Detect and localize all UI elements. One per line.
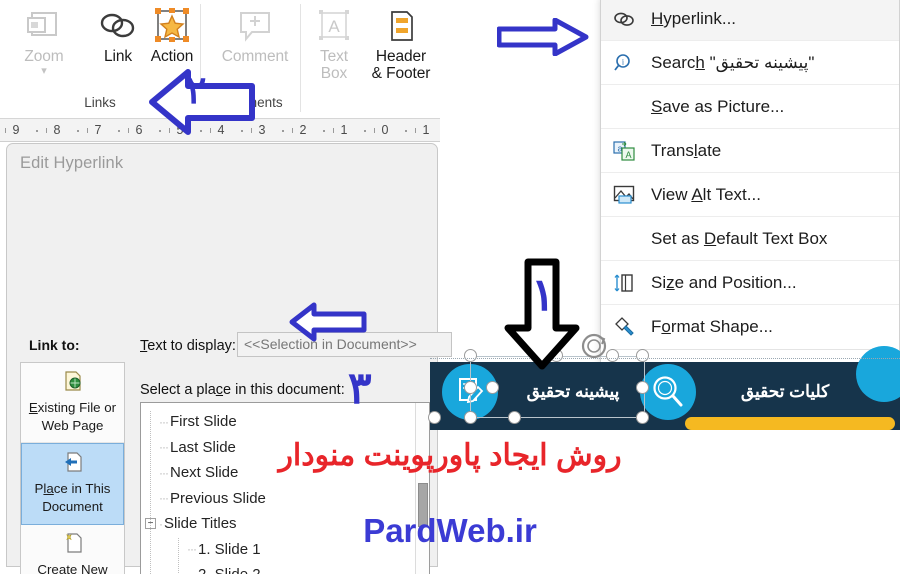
rail-item-existing-file-or-web-page[interactable]: Existing File or Web Page	[21, 363, 124, 444]
context-menu-item-save-as-picture[interactable]: Save as Picture...	[601, 85, 899, 129]
ruler-tick-7: 2	[299, 123, 307, 137]
text-box-icon: A	[315, 4, 353, 48]
ribbon-button-comment[interactable]: Comment	[212, 4, 298, 65]
site-url: PardWeb.ir	[363, 512, 537, 549]
link-chain-icon	[97, 4, 139, 48]
ribbon-button-action[interactable]: Action	[136, 4, 208, 65]
ribbon-label-text-box-line2: Box	[320, 65, 348, 83]
context-menu-label-set-default-text-box: Set as Default Text Box	[651, 228, 828, 248]
svg-text:A: A	[626, 150, 632, 160]
ribbon-button-text-box[interactable]: A Text Box	[306, 4, 362, 83]
selection-handle-se[interactable]	[636, 411, 649, 424]
link-to-label: Link to:	[29, 337, 80, 353]
context-menu: Hyperlink... i Search "پیشینه تحقیق" Sav…	[600, 0, 900, 381]
slide-item-label-kolliyat-tahghigh[interactable]: کلیات تحقیق	[710, 382, 860, 402]
select-place-label: Select a place in this document:	[140, 382, 345, 398]
ruler-tick-2: 7	[94, 123, 102, 137]
magnifier-circle	[640, 364, 696, 420]
translate-icon: a A	[611, 140, 637, 161]
header-footer-icon	[383, 4, 419, 48]
ribbon-divider-2	[300, 4, 301, 112]
link-chain-icon	[611, 11, 637, 27]
tree-dash-icon: ···	[159, 414, 169, 429]
ruler-tick-6: 3	[258, 123, 266, 137]
selection-handle-s[interactable]	[508, 411, 521, 424]
tree-item-first-slide[interactable]: ··· First Slide	[141, 409, 415, 435]
rail-label-existing-file-line1: Existing File or	[28, 400, 117, 415]
ruler-tick-10: 1	[422, 123, 430, 137]
context-menu-label-search: Search "پیشینه تحقیق"	[651, 52, 815, 72]
svg-text:i: i	[622, 57, 625, 66]
selection-handle-w[interactable]	[464, 381, 477, 394]
context-menu-item-view-alt-text[interactable]: View Alt Text...	[601, 173, 899, 217]
context-menu-item-set-as-default-text-box[interactable]: Set as Default Text Box	[601, 217, 899, 261]
search-magnifier-icon: i	[611, 52, 637, 74]
tree-item-slide-2[interactable]: ··· 2. Slide 2	[141, 562, 415, 574]
context-menu-item-search[interactable]: i Search "پیشینه تحقیق"	[601, 41, 899, 85]
dialog-title: Edit Hyperlink	[20, 154, 124, 172]
context-menu-item-size-and-position[interactable]: Size and Position...	[601, 261, 899, 305]
ribbon-label-header-footer-line1: Header	[375, 48, 427, 65]
context-menu-label-hyperlink: Hyperlink...	[651, 8, 737, 28]
tutorial-headline: روش ایجاد پاورپوینت منودار	[278, 439, 622, 472]
tree-label: 2. Slide 2	[198, 566, 261, 574]
step-2-numeral: ۲	[186, 70, 207, 112]
context-menu-label-view-alt-text: View Alt Text...	[651, 184, 761, 204]
step-3-numeral: ۳	[348, 364, 372, 413]
context-menu-item-format-shape[interactable]: Format Shape...	[601, 305, 899, 349]
decorative-circle-right	[856, 346, 900, 402]
selection-handle-e[interactable]	[636, 381, 649, 394]
selection-handle-sw[interactable]	[464, 411, 477, 424]
format-shape-icon	[611, 317, 637, 337]
size-position-icon	[611, 273, 637, 293]
search-term: پیشینه تحقیق	[715, 52, 809, 72]
zoom-icon	[24, 4, 64, 48]
ribbon-button-zoom[interactable]: Zoom ▾	[8, 4, 80, 77]
ribbon-label-zoom: Zoom	[24, 48, 64, 65]
rail-label-create-new-line1: Create New	[37, 561, 108, 574]
existing-file-icon	[62, 370, 84, 397]
ruler-tick-1: 8	[53, 123, 61, 137]
yellow-accent-bar	[685, 417, 895, 430]
ribbon-label-header-footer-line2: & Footer	[371, 65, 431, 83]
tree-label: First Slide	[170, 413, 237, 431]
step-1-numeral: ۱	[531, 269, 556, 320]
step-3-arrow	[288, 300, 368, 349]
ruler-tick-3: 6	[135, 123, 143, 137]
ruler-tick-0: 9	[12, 123, 20, 137]
chevron-down-icon[interactable]: ▾	[41, 66, 47, 77]
comment-plus-icon	[233, 4, 277, 48]
rail-label-existing-file-line2: Web Page	[41, 417, 104, 433]
ribbon-label-text-box-line1: Text	[319, 48, 349, 65]
action-star-icon	[152, 4, 192, 48]
tree-dash-icon: ···	[187, 568, 197, 574]
context-menu-label-format-shape: Format Shape...	[651, 317, 773, 336]
svg-text:A: A	[328, 17, 340, 36]
selection-handle-nw[interactable]	[464, 349, 477, 362]
tree-dash-icon: ···	[159, 491, 169, 506]
rail-label-place-in-document-line1: Place in This	[34, 481, 111, 497]
selection-handle-extra[interactable]	[428, 411, 441, 424]
selection-handle-inner-w[interactable]	[486, 381, 499, 394]
selection-handle-ne[interactable]	[636, 349, 649, 362]
context-menu-label-size-and-position: Size and Position...	[651, 272, 797, 292]
ribbon-label-link: Link	[103, 48, 133, 65]
context-menu-label-save-as-picture: Save as Picture...	[651, 96, 785, 116]
step-4-arrow	[496, 17, 589, 61]
ruler-tick-8: 1	[340, 123, 348, 137]
context-menu-item-translate[interactable]: a A Translate	[601, 129, 899, 173]
ruler-tick-9: 0	[381, 123, 389, 137]
alt-text-image-icon	[611, 185, 637, 205]
tree-label: Previous Slide	[170, 489, 266, 507]
magnifier-icon	[653, 376, 683, 407]
edit-hyperlink-dialog: Edit Hyperlink Link to: Text to display:…	[6, 143, 452, 574]
text-to-display-label: Text to display:	[140, 338, 236, 354]
context-menu-label-translate: Translate	[651, 140, 722, 160]
ribbon-button-header-footer[interactable]: Header & Footer	[362, 4, 440, 83]
tree-item-previous-slide[interactable]: ··· Previous Slide	[141, 486, 415, 512]
context-menu-item-hyperlink[interactable]: Hyperlink...	[601, 0, 899, 41]
